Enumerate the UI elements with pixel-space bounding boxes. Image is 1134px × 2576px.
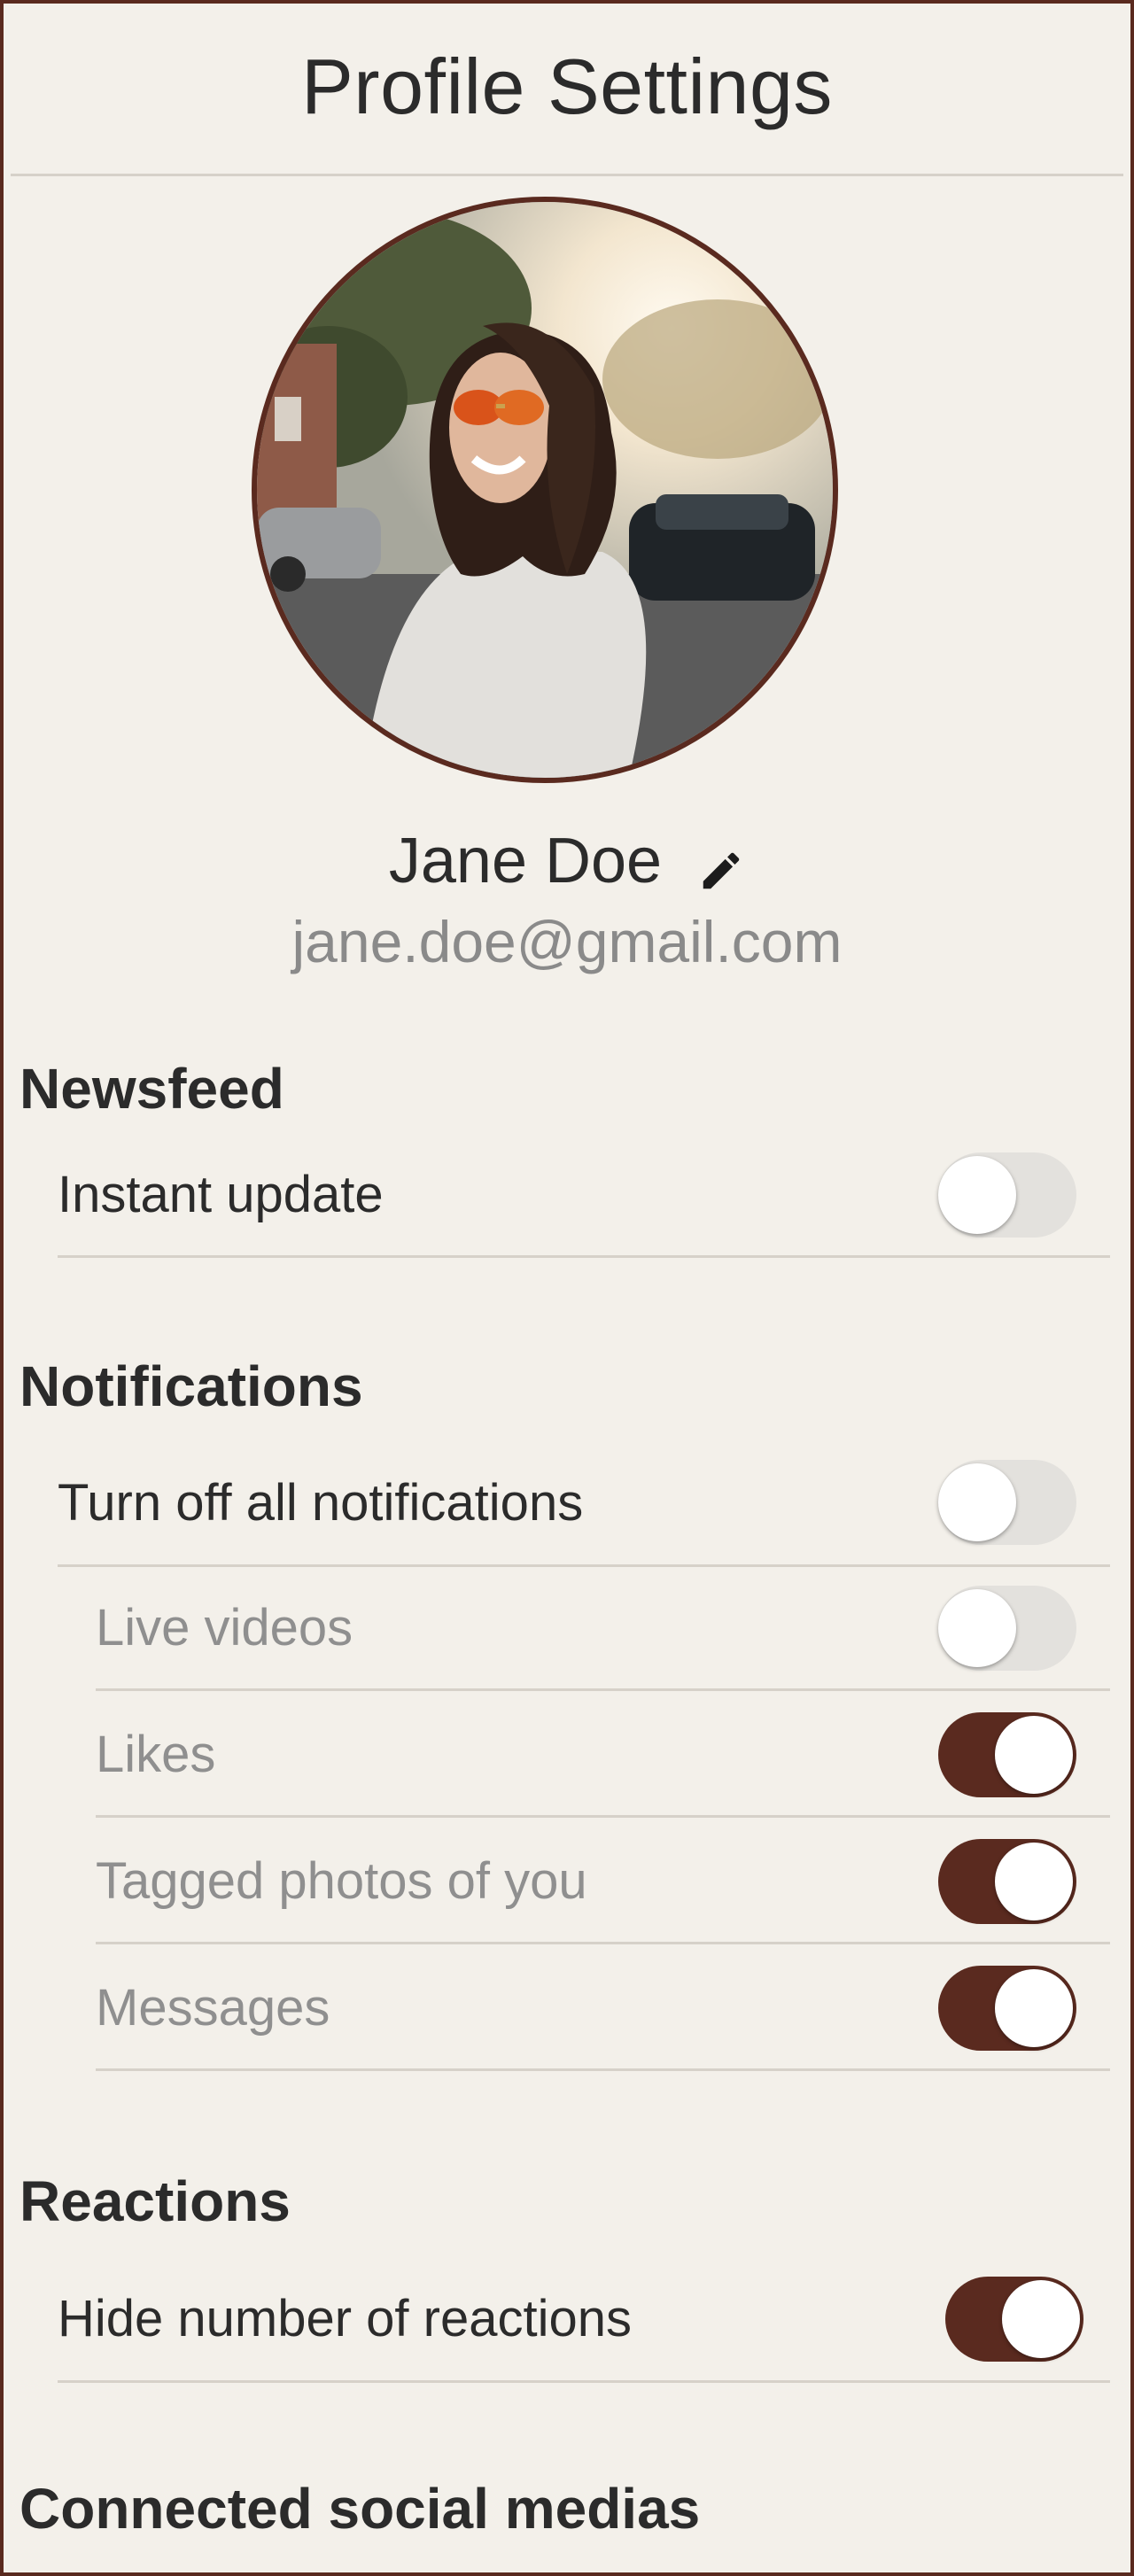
- setting-row-tagged-photos: Tagged photos of you: [96, 1820, 1110, 1944]
- setting-row-turn-off-all: Turn off all notifications: [58, 1440, 1110, 1567]
- setting-row-messages: Messages: [96, 1947, 1110, 2071]
- setting-label: Instant update: [58, 1166, 384, 1223]
- likes-toggle[interactable]: [938, 1711, 1076, 1797]
- profile-name-row: Jane Doe: [0, 824, 1134, 898]
- setting-row-hide-reactions: Hide number of reactions: [58, 2257, 1110, 2383]
- section-title-connected-social: Connected social medias: [19, 2477, 701, 2541]
- pencil-icon[interactable]: [697, 836, 745, 889]
- header-divider: [11, 174, 1123, 176]
- setting-label: Tagged photos of you: [96, 1852, 587, 1910]
- toggle-knob: [938, 1155, 1016, 1234]
- hide-reactions-toggle[interactable]: [945, 2276, 1084, 2362]
- setting-label: Messages: [96, 1979, 330, 2037]
- instant-update-toggle[interactable]: [938, 1152, 1076, 1238]
- section-title-notifications: Notifications: [19, 1354, 363, 1418]
- setting-label: Likes: [96, 1726, 216, 1783]
- toggle-knob: [995, 1968, 1073, 2047]
- setting-row-instant-update: Instant update: [58, 1134, 1110, 1258]
- profile-email: jane.doe@gmail.com: [291, 909, 843, 974]
- setting-label: Live videos: [96, 1599, 353, 1657]
- page-title: Profile Settings: [301, 43, 833, 130]
- setting-row-live-videos: Live videos: [96, 1567, 1110, 1691]
- turn-off-all-toggle[interactable]: [938, 1460, 1076, 1545]
- section-title-reactions: Reactions: [19, 2169, 291, 2233]
- messages-toggle[interactable]: [938, 1965, 1076, 2051]
- section-title-newsfeed: Newsfeed: [19, 1057, 284, 1121]
- toggle-knob: [995, 1715, 1073, 1794]
- toggle-knob: [938, 1588, 1016, 1667]
- setting-label: Hide number of reactions: [58, 2290, 632, 2347]
- setting-row-likes: Likes: [96, 1694, 1110, 1818]
- tagged-photos-toggle[interactable]: [938, 1838, 1076, 1924]
- live-videos-toggle[interactable]: [938, 1585, 1076, 1671]
- avatar-photo: [257, 202, 833, 778]
- header: Profile Settings: [0, 0, 1134, 174]
- profile-avatar[interactable]: [252, 197, 838, 783]
- toggle-knob: [995, 1842, 1073, 1920]
- profile-name: Jane Doe: [388, 826, 663, 896]
- toggle-knob: [938, 1463, 1016, 1541]
- toggle-knob: [1002, 2279, 1080, 2358]
- setting-label: Turn off all notifications: [58, 1473, 584, 1532]
